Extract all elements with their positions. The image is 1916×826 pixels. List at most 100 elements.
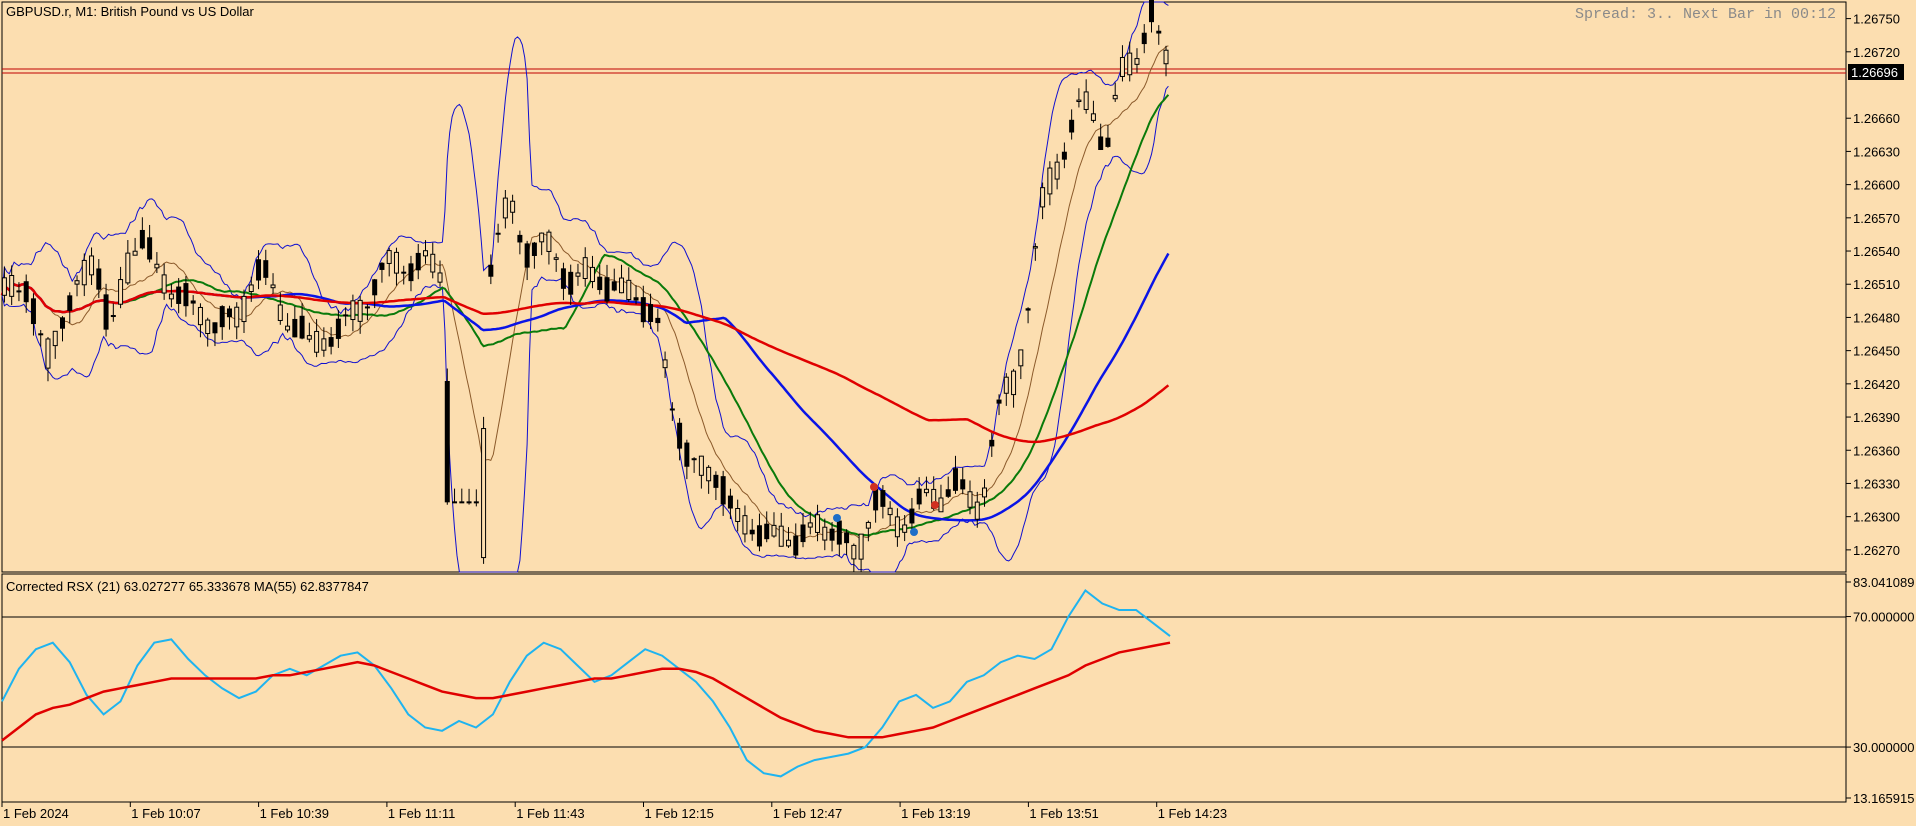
candle-body: [560, 268, 566, 289]
indicator-tick-label: 13.165915: [1853, 791, 1914, 806]
time-tick-label: 1 Feb 10:39: [260, 806, 329, 821]
candle-body: [510, 200, 516, 213]
candle-body: [423, 250, 428, 257]
candle-body: [517, 234, 523, 243]
candle-body: [481, 428, 487, 559]
candle-body: [575, 272, 581, 277]
time-tick-label: 1 Feb 13:19: [901, 806, 970, 821]
candle-body: [372, 279, 378, 296]
candle-body: [778, 525, 784, 547]
candle-body: [401, 271, 407, 274]
candle-body: [343, 314, 349, 317]
candle-body: [1047, 167, 1053, 195]
candle-body: [103, 294, 109, 330]
time-tick-label: 1 Feb 12:47: [773, 806, 842, 821]
candle-body: [764, 523, 770, 540]
candle-body: [197, 306, 203, 326]
candle-body: [648, 304, 654, 322]
candle-body: [720, 476, 726, 505]
candle-body: [836, 520, 842, 545]
candle-body: [350, 300, 356, 321]
candle-body: [640, 297, 646, 323]
candle-body: [524, 243, 530, 268]
ma-green: [1, 94, 1170, 537]
candle-body: [815, 514, 821, 533]
candle-body: [1061, 151, 1067, 160]
price-tick-label: 1.26270: [1853, 543, 1900, 558]
candle-body: [1090, 113, 1096, 121]
candle-body: [713, 474, 719, 488]
candle-body: [502, 197, 508, 219]
candle-body: [742, 515, 748, 535]
main-chart-frame: [1, 1, 1847, 573]
candle-body: [176, 286, 182, 304]
candle-body: [633, 297, 639, 301]
candle-body: [546, 231, 552, 252]
candle-body: [437, 272, 443, 283]
candle-body: [30, 298, 36, 325]
candle-body: [386, 250, 392, 264]
candle-body: [256, 259, 262, 281]
time-tick-label: 1 Feb 10:07: [131, 806, 200, 821]
time-tick-label: 1 Feb 12:15: [645, 806, 714, 821]
candle-body: [147, 237, 153, 260]
time-tick-label: 1 Feb 11:11: [388, 806, 455, 821]
price-tick-label: 1.26330: [1853, 476, 1900, 491]
candle-body: [786, 539, 791, 547]
candle-body: [495, 232, 501, 235]
candle-body: [328, 337, 334, 347]
price-tick-label: 1.26660: [1853, 111, 1900, 126]
candle-body: [408, 263, 414, 282]
candle-body: [771, 524, 777, 537]
candle-body: [698, 455, 704, 476]
candle-body: [183, 283, 189, 307]
candle-body: [974, 501, 980, 520]
candle-body: [793, 535, 799, 556]
candle-body: [604, 277, 610, 302]
candle-body: [662, 359, 668, 369]
price-tick-label: 1.26750: [1853, 12, 1900, 27]
price-tick-label: 1.26570: [1853, 211, 1900, 226]
candle-body: [1112, 94, 1118, 100]
candle-body: [263, 260, 269, 278]
candle-body: [118, 279, 124, 305]
candle-body: [234, 306, 240, 328]
candle-body: [38, 333, 44, 336]
candle-body: [684, 442, 690, 467]
indicator-axis: 83.041089 70.000000 30.000000 13.165915: [1846, 575, 1914, 806]
price-tick-label: 1.26600: [1853, 178, 1900, 193]
candle-body: [139, 229, 145, 249]
price-tick-label: 1.26540: [1853, 244, 1900, 259]
candle-body: [902, 524, 908, 533]
indicator-tick-label: 30.000000: [1853, 740, 1914, 755]
signal-arrow-icon: [870, 483, 878, 491]
rsx-ma-line: [1, 641, 1171, 742]
candle-body: [1156, 30, 1162, 34]
candle-body: [1032, 246, 1038, 249]
candle-body: [531, 242, 537, 256]
candle-body: [452, 501, 458, 504]
candle-body: [822, 526, 828, 541]
candle-body: [829, 528, 835, 541]
candle-body: [248, 284, 254, 293]
candle-body: [168, 293, 174, 300]
signal-arrow-icon: [931, 501, 939, 509]
price-tick-label: 1.26300: [1853, 510, 1900, 525]
candle-body: [989, 439, 995, 447]
chart-window[interactable]: GBPUSD.r, M1: British Pound vs US Dollar…: [0, 0, 1916, 826]
candle-body: [1069, 119, 1075, 133]
candle-body: [1076, 99, 1082, 102]
candle-body: [306, 335, 312, 340]
rsx-signal-line: [1, 589, 1171, 778]
indicator-tick-label: 83.041089: [1853, 575, 1914, 590]
candle-body: [568, 271, 574, 295]
candle-body: [669, 408, 675, 411]
chart-canvas[interactable]: GBPUSD.r, M1: British Pound vs US Dollar…: [0, 0, 1916, 826]
candle-body: [1003, 376, 1009, 394]
candle-body: [60, 317, 65, 329]
candle-body: [241, 295, 247, 323]
candle-body: [851, 544, 857, 560]
candle-body: [1040, 187, 1046, 208]
candle-body: [553, 257, 559, 260]
rsx-lines: [1, 588, 1171, 778]
